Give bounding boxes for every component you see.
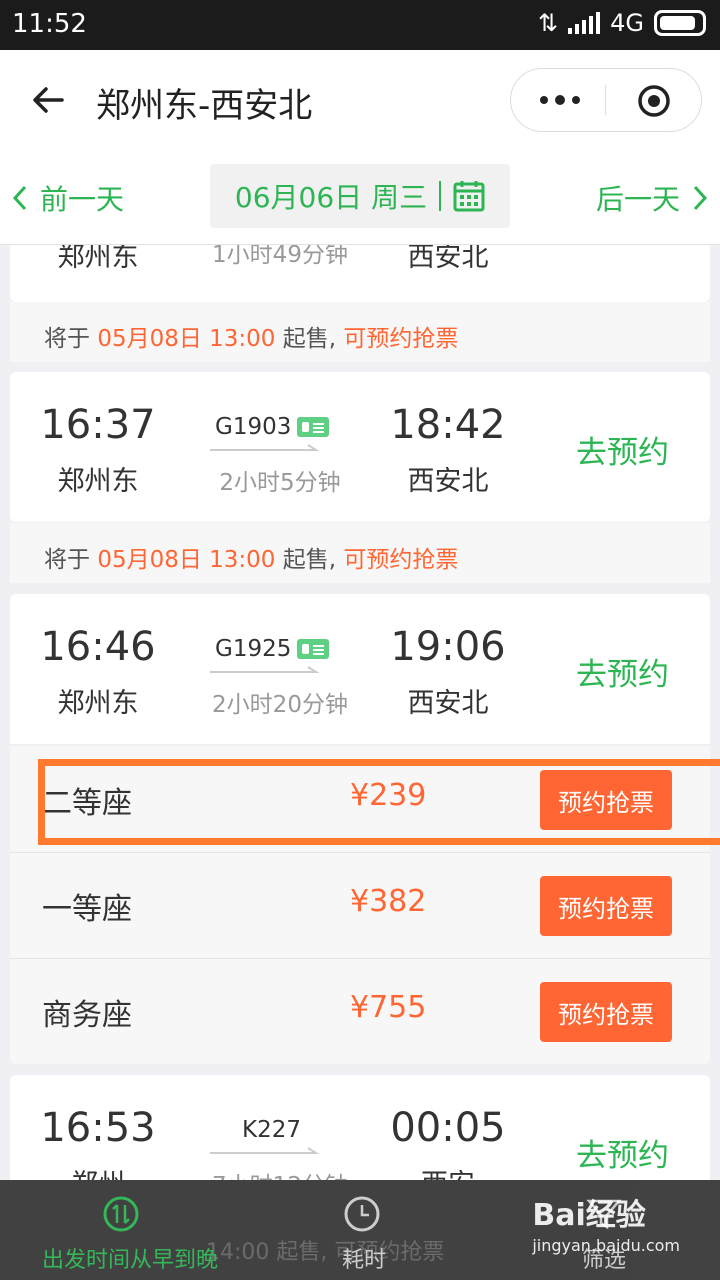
calendar-icon bbox=[453, 181, 485, 212]
status-icons: ⇅ 4G bbox=[538, 9, 706, 37]
close-target-icon[interactable] bbox=[637, 84, 671, 118]
notice-middle: 起售, bbox=[282, 547, 337, 573]
seat-row: 商务座 ¥755 预约抢票 bbox=[10, 958, 710, 1064]
direction-arrow-icon bbox=[210, 1147, 320, 1154]
data-transfer-icon: ⇅ bbox=[538, 9, 559, 37]
dep-station: 郑州东 bbox=[57, 688, 139, 719]
more-icon[interactable] bbox=[539, 95, 581, 105]
network-type: 4G bbox=[610, 9, 644, 37]
reserve-link[interactable]: 去预约 bbox=[576, 427, 669, 472]
date-bar: 前一天 06月06日 周三 后一天 bbox=[0, 150, 720, 245]
sale-notice: 将于 05月08日 13:00 起售, 可预约抢票 bbox=[10, 302, 710, 362]
prev-day-button[interactable]: 前一天 bbox=[12, 178, 124, 218]
id-card-icon bbox=[297, 417, 329, 437]
watermark-url: jingyan.baidu.com bbox=[532, 1236, 680, 1255]
current-date: 06月06日 周三 bbox=[234, 181, 428, 214]
prev-day-label: 前一天 bbox=[40, 183, 125, 216]
arr-station: 西安北 bbox=[407, 466, 489, 497]
dep-station: 郑州 bbox=[0, 1162, 198, 1180]
chevron-right-icon bbox=[693, 185, 708, 211]
direction-arrow-icon bbox=[210, 444, 320, 451]
next-day-button[interactable]: 后一天 bbox=[596, 178, 708, 218]
sort-label: 出发时间从早到晚 bbox=[42, 1248, 219, 1273]
sort-icon bbox=[103, 1196, 139, 1232]
arr-time: 19:06 bbox=[390, 624, 506, 670]
dep-time: 16:37 bbox=[40, 402, 156, 448]
watermark-logo: Bai经验 bbox=[532, 1198, 646, 1233]
status-time: 11:52 bbox=[12, 9, 87, 39]
train-number: G1925 bbox=[215, 636, 292, 662]
reserve-ticket-button[interactable]: 预约抢票 bbox=[540, 876, 672, 936]
train-card[interactable]: 16:46 郑州东 G1925 2小时20分钟 19:06 西安北 去预约 bbox=[10, 594, 710, 744]
highlight-annotation bbox=[38, 759, 720, 845]
duration-label: 耗时 bbox=[342, 1248, 387, 1273]
sort-departure-button[interactable]: 出发时间从早到晚 bbox=[0, 1180, 240, 1280]
train-card[interactable]: 16:37 郑州东 G1903 2小时5分钟 18:42 西安北 去预约 bbox=[10, 372, 710, 522]
reserve-link[interactable]: 去预约 bbox=[576, 649, 669, 694]
notice-action: 可预约抢票 bbox=[343, 326, 459, 352]
direction-arrow-icon bbox=[210, 666, 320, 673]
clock-icon bbox=[344, 1196, 380, 1232]
train-card[interactable]: 16:53 郑州 K227 7小时12分钟 00:05 西安 去预约 bbox=[10, 1075, 710, 1180]
train-number: G1903 bbox=[215, 414, 292, 440]
arr-station: 西安北 bbox=[407, 245, 489, 273]
notice-prefix: 将于 bbox=[44, 326, 90, 352]
dep-station: 郑州东 bbox=[57, 245, 139, 273]
status-bar: 11:52 ⇅ 4G bbox=[0, 0, 720, 50]
train-number: K227 bbox=[242, 1117, 301, 1143]
chevron-left-icon bbox=[12, 185, 27, 211]
seat-name: 一等座 bbox=[42, 892, 132, 927]
back-arrow-icon[interactable] bbox=[30, 82, 66, 118]
notice-prefix: 将于 bbox=[44, 547, 90, 573]
signal-icon bbox=[568, 12, 601, 34]
sale-notice: 将于 05月08日 13:00 起售, 可预约抢票 bbox=[10, 523, 710, 583]
baidu-jingyan-watermark: Bai经验 jingyan.baidu.com bbox=[532, 1190, 680, 1255]
page-title: 郑州东-西安北 bbox=[96, 86, 313, 126]
dep-time: 16:53 bbox=[40, 1105, 156, 1151]
capsule-divider bbox=[605, 85, 606, 115]
notice-date: 05月08日 13:00 bbox=[97, 326, 276, 352]
seat-price: ¥382 bbox=[350, 884, 427, 919]
notice-action: 可预约抢票 bbox=[343, 547, 459, 573]
train-card[interactable]: 郑州东 1小时49分钟 西安北 bbox=[10, 245, 710, 302]
arr-station: 西安北 bbox=[407, 688, 489, 719]
reserve-link[interactable]: 去预约 bbox=[576, 1130, 669, 1175]
seat-name: 商务座 bbox=[42, 998, 132, 1033]
dep-time: 16:46 bbox=[40, 624, 156, 670]
date-picker-button[interactable]: 06月06日 周三 bbox=[210, 164, 510, 228]
reserve-ticket-button[interactable]: 预约抢票 bbox=[540, 982, 672, 1042]
arr-time: 18:42 bbox=[390, 402, 506, 448]
next-day-label: 后一天 bbox=[595, 183, 680, 216]
notice-middle: 起售, bbox=[282, 326, 337, 352]
id-card-icon bbox=[297, 639, 329, 659]
date-separator bbox=[439, 181, 442, 211]
seat-row: 一等座 ¥382 预约抢票 bbox=[10, 852, 710, 959]
battery-icon bbox=[654, 10, 706, 36]
arr-station: 西安 bbox=[348, 1162, 548, 1180]
dep-station: 郑州东 bbox=[57, 466, 139, 497]
sort-duration-button[interactable]: 耗时 bbox=[300, 1180, 420, 1280]
nav-bar: 郑州东-西安北 bbox=[0, 50, 720, 150]
train-list[interactable]: 郑州东 1小时49分钟 西安北 将于 05月08日 13:00 起售, 可预约抢… bbox=[0, 245, 720, 1180]
arr-time: 00:05 bbox=[390, 1105, 506, 1151]
mini-program-capsule bbox=[510, 68, 702, 132]
notice-date: 05月08日 13:00 bbox=[97, 547, 276, 573]
seat-price: ¥755 bbox=[350, 990, 427, 1025]
